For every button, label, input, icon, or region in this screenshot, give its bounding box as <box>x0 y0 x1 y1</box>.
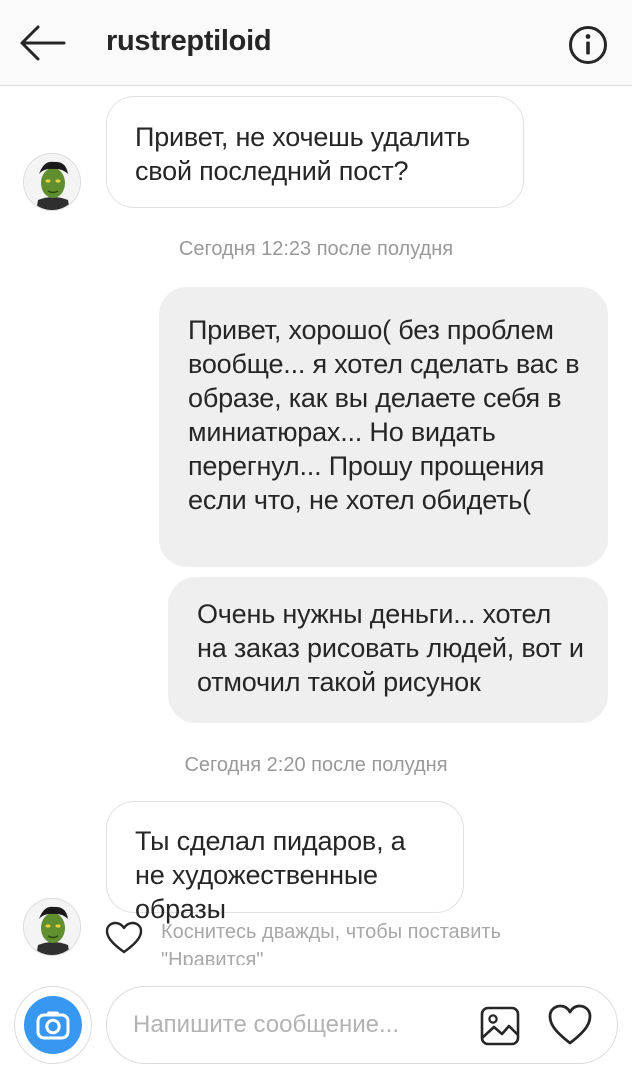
incoming-message-bubble[interactable]: Ты сделал пидаров, а не художественные о… <box>106 801 464 924</box>
camera-button-fill <box>24 996 82 1054</box>
gallery-icon <box>480 1006 520 1046</box>
message-text: Ты сделал пидаров, а не художественные о… <box>135 826 406 924</box>
chat-header: rustreptiloid <box>0 0 632 86</box>
reptile-face-avatar-icon <box>24 899 80 955</box>
message-thread[interactable]: Привет, не хочешь удалить свой последний… <box>0 86 632 966</box>
message-timestamp: Сегодня 12:23 после полудня <box>178 238 454 260</box>
like-message-button[interactable] <box>105 921 143 955</box>
message-text: Привет, хорошо( без проблем вообще... я … <box>188 315 580 515</box>
camera-button[interactable] <box>14 986 92 1064</box>
gallery-button[interactable] <box>479 1005 521 1047</box>
reptile-face-avatar-icon <box>24 154 80 210</box>
chat-username[interactable]: rustreptiloid <box>106 25 272 58</box>
arrow-left-icon <box>20 25 66 61</box>
info-button[interactable] <box>568 25 608 65</box>
heart-outline-icon <box>105 921 143 954</box>
heart-icon <box>548 1004 592 1045</box>
outgoing-message-bubble[interactable]: Привет, хорошо( без проблем вообще... я … <box>159 287 608 567</box>
like-hint: Коснитесь дважды, чтобы поставить "Нрави… <box>105 915 565 965</box>
message-input[interactable] <box>133 1005 453 1045</box>
message-text: Очень нужны деньги... хотел на заказ рис… <box>197 599 584 697</box>
message-input-box[interactable] <box>106 986 618 1064</box>
sender-avatar[interactable] <box>23 898 81 956</box>
incoming-message-bubble[interactable]: Привет, не хочешь удалить свой последний… <box>106 96 524 208</box>
message-composer <box>0 966 632 1080</box>
outgoing-message-bubble[interactable]: Очень нужны деньги... хотел на заказ рис… <box>168 577 608 723</box>
info-circle-icon <box>569 26 607 64</box>
message-timestamp: Сегодня 2:20 после полудня <box>184 754 448 776</box>
like-hint-text: Коснитесь дважды, чтобы поставить "Нрави… <box>161 921 502 965</box>
camera-icon <box>36 1011 70 1040</box>
like-button[interactable] <box>547 1003 593 1047</box>
back-button[interactable] <box>14 22 68 64</box>
message-text: Привет, не хочешь удалить свой последний… <box>135 122 471 186</box>
sender-avatar[interactable] <box>23 153 81 211</box>
